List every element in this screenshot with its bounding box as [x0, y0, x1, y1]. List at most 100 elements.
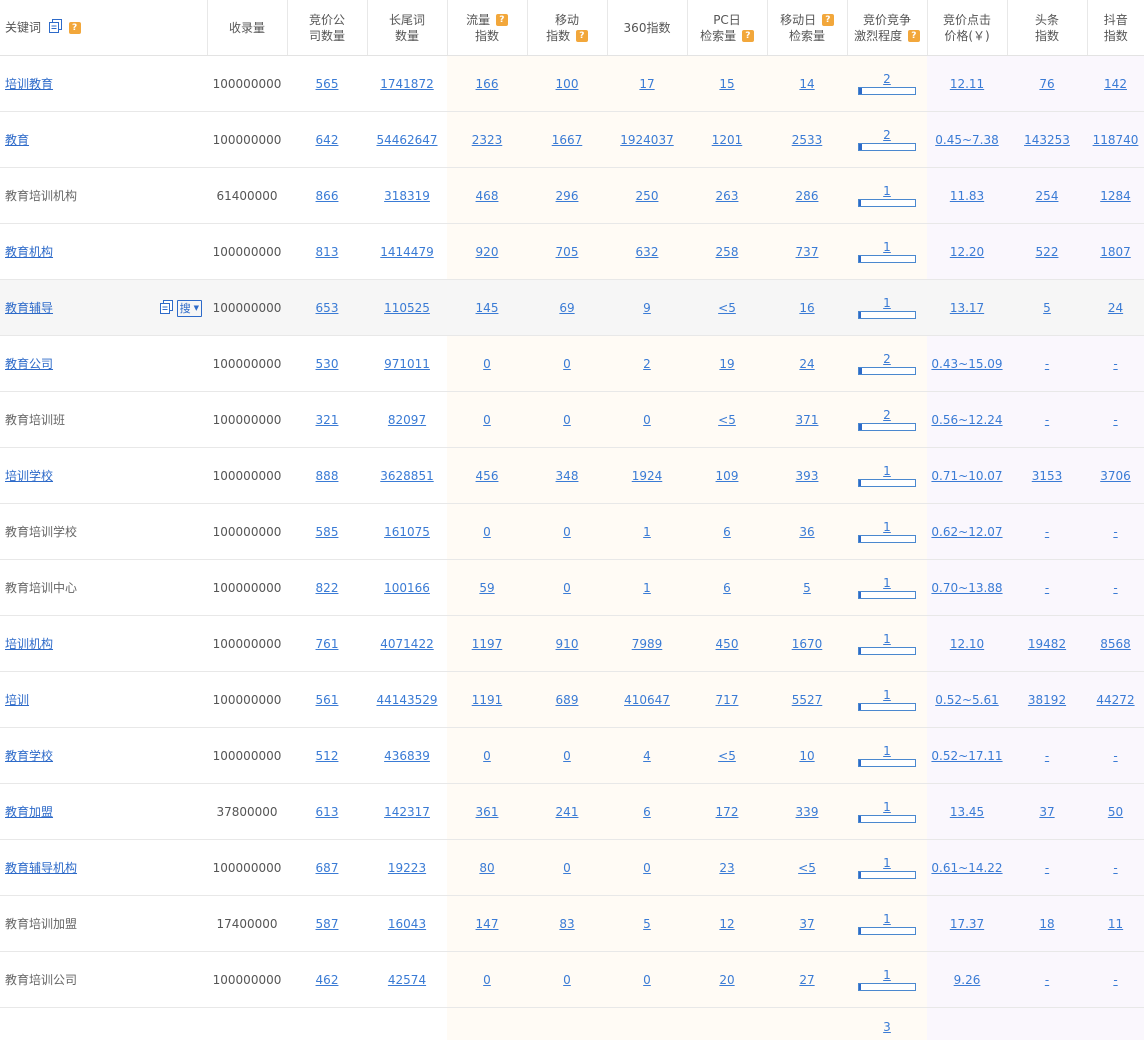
idx360-link[interactable]: 0: [643, 861, 651, 875]
pc-daily-link[interactable]: 717: [716, 693, 739, 707]
idx360-link[interactable]: 1: [643, 581, 651, 595]
mobile-link[interactable]: 348: [556, 469, 579, 483]
search-dropdown-button[interactable]: 搜▼: [177, 300, 202, 317]
bid-companies-link[interactable]: 653: [316, 301, 339, 315]
longtail-link[interactable]: 318319: [384, 189, 430, 203]
douyin-link[interactable]: 1807: [1100, 245, 1131, 259]
mobile-daily-link[interactable]: 737: [796, 245, 819, 259]
mobile-link[interactable]: 705: [556, 245, 579, 259]
help-icon[interactable]: ?: [576, 30, 588, 42]
mobile-daily-link[interactable]: 5: [803, 581, 811, 595]
traffic-link[interactable]: 920: [476, 245, 499, 259]
copy-icon[interactable]: [160, 300, 174, 317]
longtail-link[interactable]: 436839: [384, 749, 430, 763]
idx360-link[interactable]: 410647: [624, 693, 670, 707]
douyin-link[interactable]: 8568: [1100, 637, 1131, 651]
idx360-link[interactable]: 250: [636, 189, 659, 203]
douyin-link[interactable]: 1284: [1100, 189, 1131, 203]
mobile-daily-link[interactable]: 1670: [792, 637, 823, 651]
bid-price-link[interactable]: 0.45~7.38: [935, 133, 999, 147]
toutiao-link[interactable]: -: [1045, 357, 1049, 371]
mobile-link[interactable]: 0: [563, 413, 571, 427]
idx360-link[interactable]: 0: [643, 413, 651, 427]
competition-link[interactable]: 2: [858, 128, 916, 142]
toutiao-link[interactable]: -: [1045, 525, 1049, 539]
toutiao-link[interactable]: 76: [1039, 77, 1054, 91]
toutiao-link[interactable]: -: [1045, 749, 1049, 763]
longtail-link[interactable]: 971011: [384, 357, 430, 371]
idx360-link[interactable]: 7989: [632, 637, 663, 651]
bid-price-link[interactable]: 13.45: [950, 805, 984, 819]
pc-daily-link[interactable]: 20: [719, 973, 734, 987]
traffic-link[interactable]: 80: [479, 861, 494, 875]
pc-daily-link[interactable]: <5: [718, 749, 736, 763]
idx360-link[interactable]: 1924: [632, 469, 663, 483]
bid-price-link[interactable]: 9.26: [954, 973, 981, 987]
bid-price-link[interactable]: 0.62~12.07: [931, 525, 1002, 539]
competition-link[interactable]: 2: [858, 352, 916, 366]
help-icon[interactable]: ?: [908, 30, 920, 42]
mobile-link[interactable]: 0: [563, 973, 571, 987]
longtail-link[interactable]: 16043: [388, 917, 426, 931]
traffic-link[interactable]: 0: [483, 749, 491, 763]
bid-price-link[interactable]: 0.52~17.11: [931, 749, 1002, 763]
longtail-link[interactable]: 82097: [388, 413, 426, 427]
pc-daily-link[interactable]: 23: [719, 861, 734, 875]
idx360-link[interactable]: 5: [643, 917, 651, 931]
traffic-link[interactable]: 1191: [472, 693, 503, 707]
competition-link[interactable]: 2: [858, 72, 916, 86]
keyword-link[interactable]: 培训学校: [5, 469, 53, 483]
mobile-link[interactable]: 241: [556, 805, 579, 819]
toutiao-link[interactable]: 18: [1039, 917, 1054, 931]
idx360-link[interactable]: 632: [636, 245, 659, 259]
pc-daily-link[interactable]: 6: [723, 581, 731, 595]
bid-companies-link[interactable]: 565: [316, 77, 339, 91]
competition-link[interactable]: 1: [858, 968, 916, 982]
pc-daily-link[interactable]: 109: [716, 469, 739, 483]
toutiao-link[interactable]: 143253: [1024, 133, 1070, 147]
pc-daily-link[interactable]: 258: [716, 245, 739, 259]
mobile-daily-link[interactable]: <5: [798, 861, 816, 875]
mobile-link[interactable]: 0: [563, 525, 571, 539]
bid-companies-link[interactable]: 530: [316, 357, 339, 371]
douyin-link[interactable]: 24: [1108, 301, 1123, 315]
bid-companies-link[interactable]: 813: [316, 245, 339, 259]
douyin-link[interactable]: -: [1113, 861, 1117, 875]
toutiao-link[interactable]: -: [1045, 413, 1049, 427]
mobile-link[interactable]: 83: [559, 917, 574, 931]
help-icon[interactable]: ?: [69, 22, 81, 34]
mobile-daily-link[interactable]: 339: [796, 805, 819, 819]
bid-companies-link[interactable]: 613: [316, 805, 339, 819]
mobile-daily-link[interactable]: 393: [796, 469, 819, 483]
traffic-link[interactable]: 0: [483, 973, 491, 987]
bid-companies-link[interactable]: 585: [316, 525, 339, 539]
competition-link[interactable]: 1: [858, 912, 916, 926]
toutiao-link[interactable]: -: [1045, 973, 1049, 987]
douyin-link[interactable]: 50: [1108, 805, 1123, 819]
copy-icon[interactable]: [49, 19, 63, 37]
idx360-link[interactable]: 1924037: [620, 133, 673, 147]
idx360-link[interactable]: 1: [643, 525, 651, 539]
mobile-link[interactable]: 69: [559, 301, 574, 315]
longtail-link[interactable]: 4071422: [380, 637, 433, 651]
bid-companies-link[interactable]: 642: [316, 133, 339, 147]
longtail-link[interactable]: 1414479: [380, 245, 433, 259]
bid-price-link[interactable]: 11.83: [950, 189, 984, 203]
mobile-daily-link[interactable]: 10: [799, 749, 814, 763]
competition-link[interactable]: 1: [858, 688, 916, 702]
competition-link[interactable]: 1: [858, 744, 916, 758]
mobile-daily-link[interactable]: 16: [799, 301, 814, 315]
bid-price-link[interactable]: 12.20: [950, 245, 984, 259]
douyin-link[interactable]: 44272: [1096, 693, 1134, 707]
mobile-link[interactable]: 296: [556, 189, 579, 203]
keyword-link[interactable]: 教育机构: [5, 245, 53, 259]
toutiao-link[interactable]: -: [1045, 861, 1049, 875]
keyword-link[interactable]: 教育辅导: [5, 301, 53, 315]
idx360-link[interactable]: 9: [643, 301, 651, 315]
toutiao-link[interactable]: -: [1045, 581, 1049, 595]
bid-companies-link[interactable]: 888: [316, 469, 339, 483]
bid-companies-link[interactable]: 512: [316, 749, 339, 763]
help-icon[interactable]: ?: [822, 14, 834, 26]
keyword-link[interactable]: 教育辅导机构: [5, 861, 77, 875]
traffic-link[interactable]: 456: [476, 469, 499, 483]
